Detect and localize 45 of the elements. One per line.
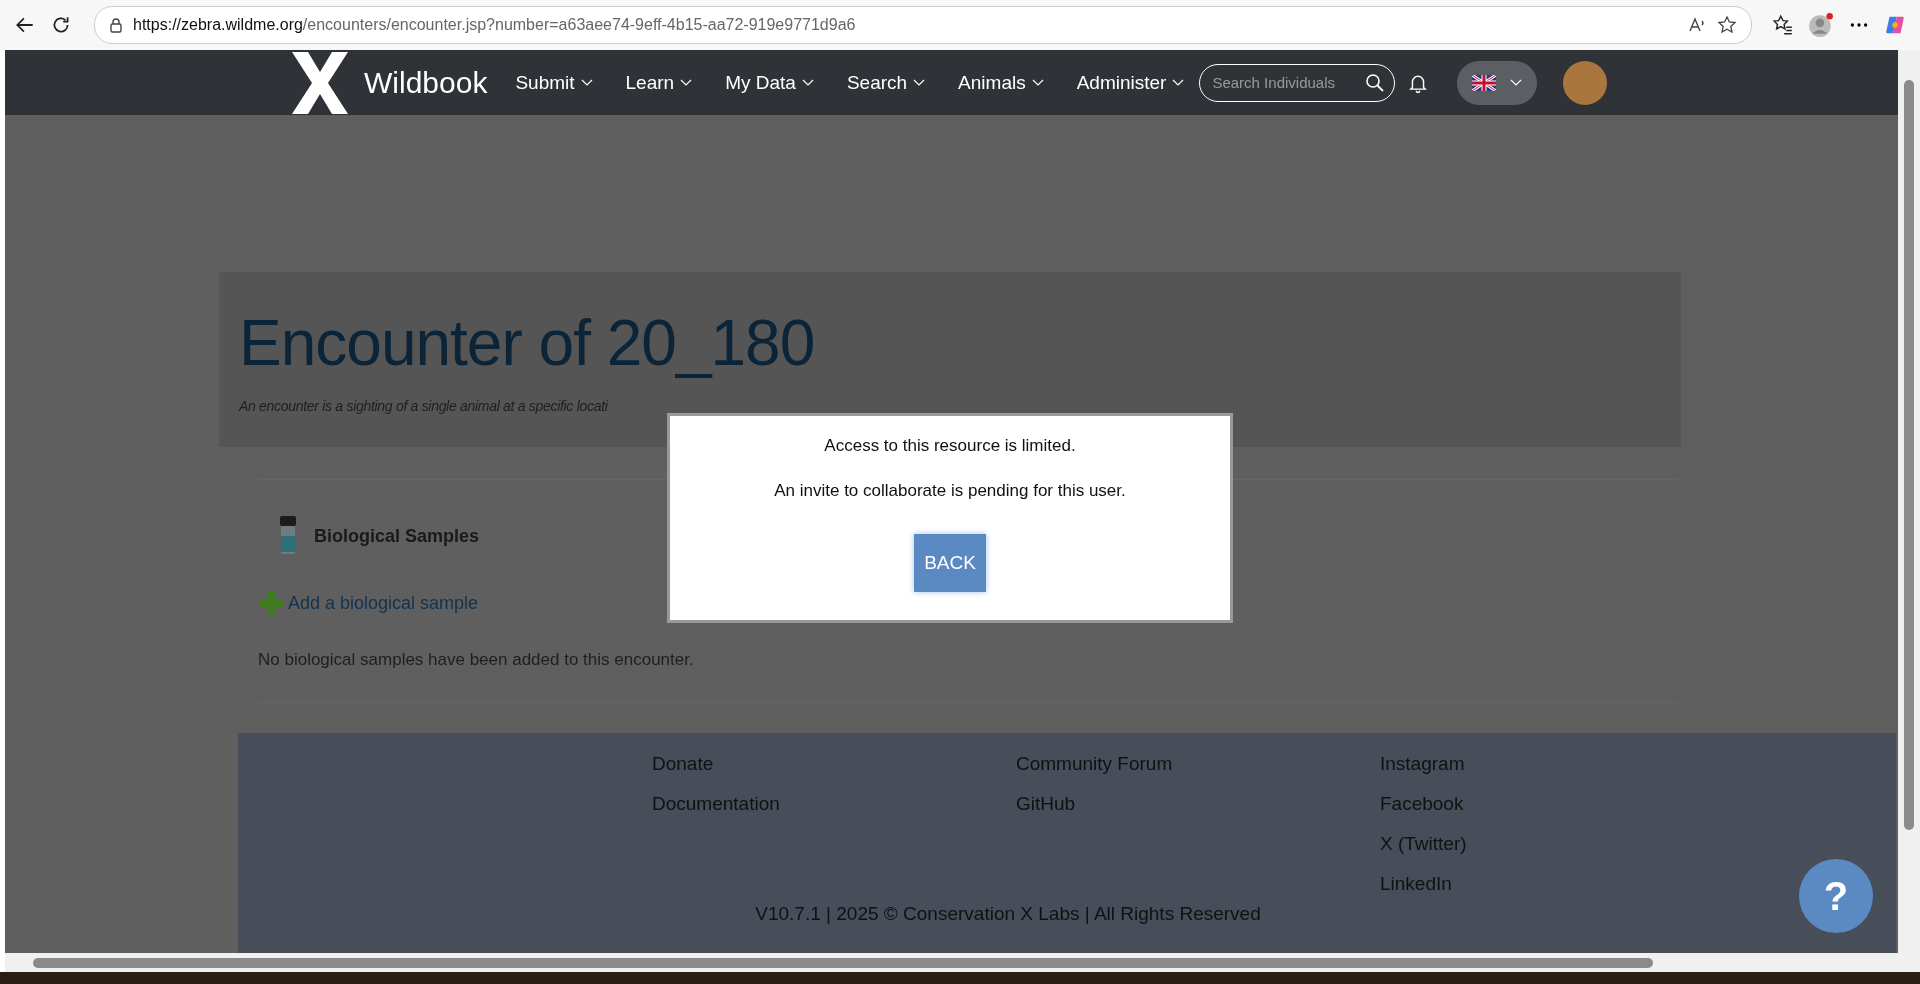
footer-link[interactable]: LinkedIn	[1380, 873, 1744, 895]
search-field[interactable]: Search Individuals	[1199, 63, 1396, 102]
horizontal-scrollbar[interactable]	[5, 953, 1898, 972]
nav-menu-item[interactable]: My Data	[725, 71, 814, 94]
footer-link[interactable]: Community Forum	[1016, 753, 1380, 775]
lock-icon[interactable]	[109, 17, 123, 33]
nav-menu-item[interactable]: Submit	[515, 71, 593, 94]
modal-message: An invite to collaborate is pending for this user.	[774, 481, 1126, 501]
footer-link[interactable]: Instagram	[1380, 753, 1744, 775]
back-button[interactable]: BACK	[914, 534, 986, 592]
copyright-text: V10.7.1 | 2025 © Conservation X Labs | All Rights Reserved	[754, 903, 1262, 925]
flag-icon	[1472, 74, 1497, 91]
caret-icon	[580, 78, 593, 87]
footer-link[interactable]: GitHub	[1016, 793, 1380, 815]
footer-link[interactable]: Documentation	[652, 793, 1016, 815]
nav-menu-item[interactable]: Search	[846, 71, 926, 94]
footer-link[interactable]: X (Twitter)	[1380, 833, 1744, 855]
search-icon[interactable]	[1365, 72, 1386, 93]
nav-menu-item[interactable]: Learn	[625, 71, 693, 94]
nav-menu-item[interactable]: Animals	[958, 71, 1044, 94]
caret-icon	[1031, 78, 1044, 87]
caret-icon	[913, 78, 926, 87]
caret-icon	[801, 78, 814, 87]
nav-menu-item[interactable]: Administer	[1076, 71, 1185, 94]
caret-icon	[1510, 78, 1523, 87]
caret-icon	[1172, 78, 1185, 87]
vial-icon	[278, 516, 298, 556]
copilot-icon[interactable]	[1884, 14, 1906, 36]
star-icon[interactable]	[1717, 15, 1737, 35]
brand-name[interactable]: Wildbook	[364, 65, 488, 100]
favorites-icon[interactable]	[1772, 14, 1794, 36]
footer-link[interactable]: Facebook	[1380, 793, 1744, 815]
address-bar[interactable]: https://zebra.wildme.org/encounters/encounter.jsp?number=a63aee74-9eff-4b15-aa72-919e9771d9a6	[94, 6, 1752, 44]
language-selector[interactable]	[1457, 60, 1538, 105]
page-title: Encounter of 20_180	[239, 306, 816, 380]
caret-icon	[680, 78, 693, 87]
empty-message: No biological samples have been added to this encounter.	[258, 650, 695, 670]
profile-icon[interactable]	[1808, 12, 1834, 38]
add-sample-link[interactable]: Add a biological sample	[288, 592, 479, 614]
footer-link[interactable]: Donate	[652, 753, 1016, 775]
vertical-scrollbar[interactable]	[1898, 50, 1920, 972]
section-heading: Biological Samples	[314, 525, 480, 547]
logo-icon[interactable]	[290, 51, 350, 114]
modal-message: Access to this resource is limited.	[824, 436, 1076, 456]
url-text: https://zebra.wildme.org/encounters/encounter.jsp?number=a63aee74-9eff-4b15-aa72-919e9771d9a6	[133, 16, 856, 34]
